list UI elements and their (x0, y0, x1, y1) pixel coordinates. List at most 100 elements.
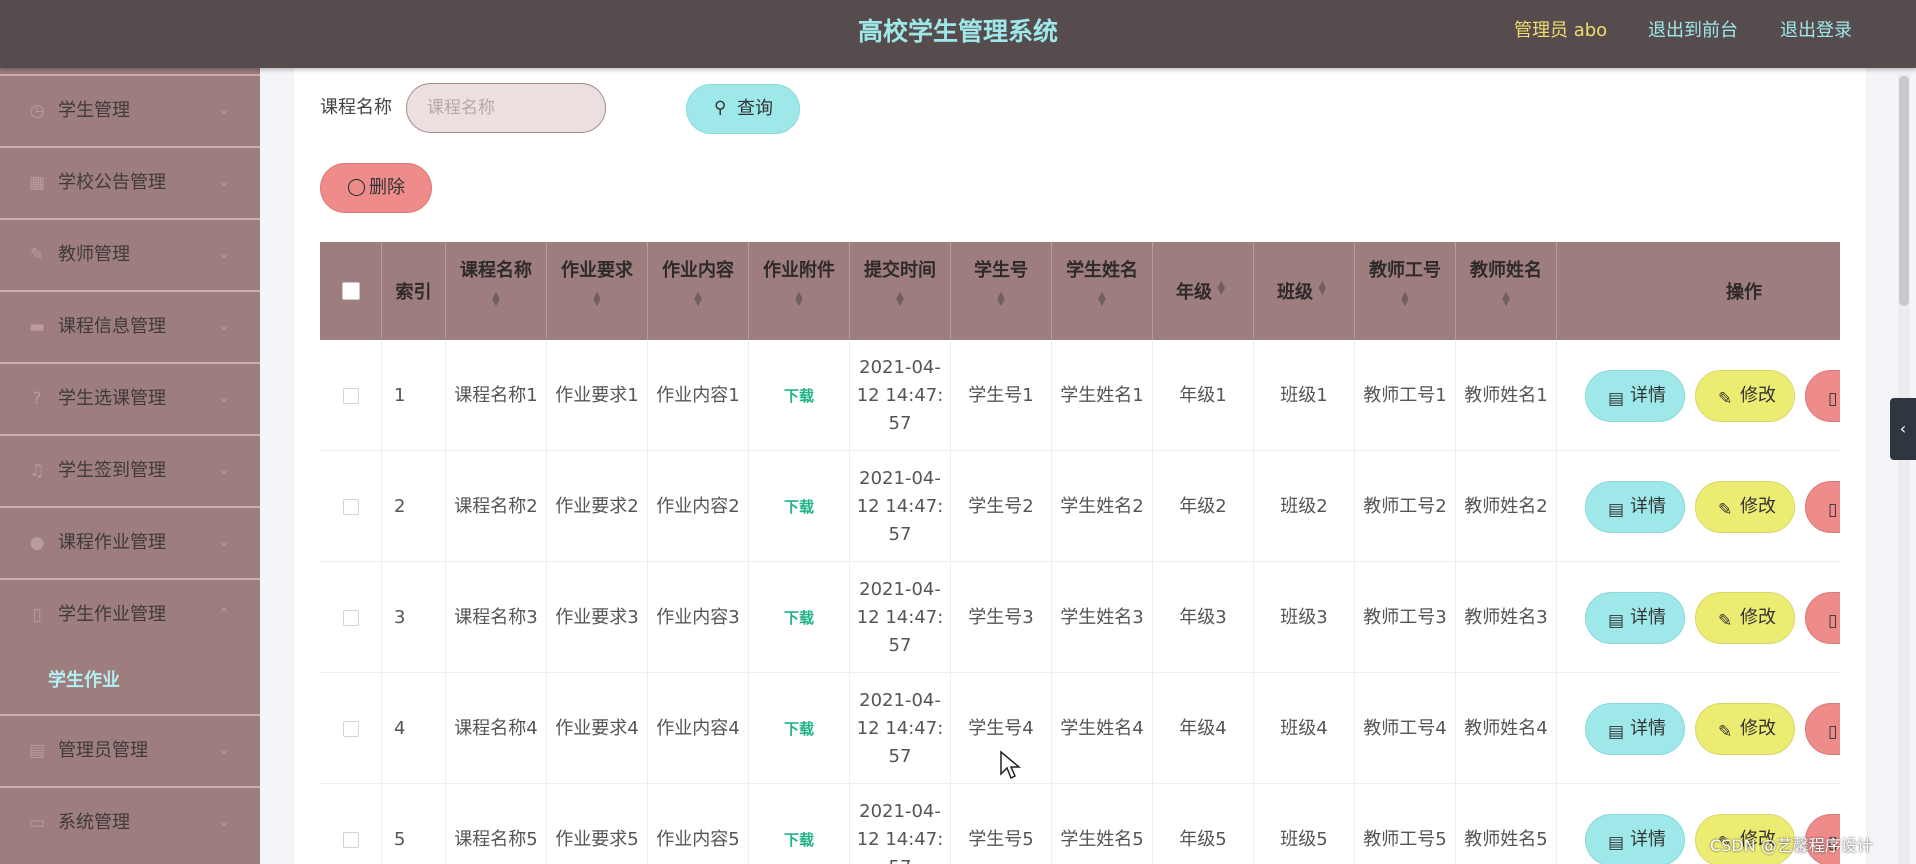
sort-caret-icon[interactable]: ▲ ▼ (547, 291, 647, 308)
search-button[interactable]: ⚲ 查询 (686, 84, 800, 134)
cell-value: 学生号4 (968, 717, 1034, 739)
cell-value: 4 (394, 717, 406, 739)
cell-value: 教师姓名1 (1464, 384, 1548, 406)
detail-button[interactable]: ▤ 详情 (1585, 703, 1685, 755)
delete-row-button[interactable]: ▯ (1805, 370, 1840, 422)
cell-student-no: 学生号2 (951, 451, 1052, 562)
column-header-teacher-name[interactable]: 教师姓名 ▲ ▼ (1456, 242, 1557, 340)
cell-value: 教师工号4 (1363, 717, 1447, 739)
logout-link[interactable]: 退出登录 (1780, 0, 1852, 62)
row-checkbox[interactable] (342, 609, 359, 626)
sidebar-item-system-management[interactable]: ▭ 系统管理 ⌄ (0, 786, 260, 858)
cell-value: 2021-04-12 14:47:57 (856, 578, 944, 656)
edit-button[interactable]: ✎ 修改 (1695, 592, 1795, 644)
action-label: 详情 (1630, 496, 1666, 517)
column-header-grade[interactable]: 年级 ▲ ▼ (1153, 242, 1254, 340)
bell-icon: ♫ (29, 461, 45, 481)
edit-button[interactable]: ✎ 修改 (1695, 481, 1795, 533)
sort-caret-icon[interactable]: ▲ ▼ (1355, 291, 1455, 308)
sort-caret-icon[interactable]: ▲ ▼ (1052, 291, 1152, 308)
cell-teacher-name: 教师姓名5 (1456, 784, 1557, 864)
cell-value: 班级2 (1280, 495, 1328, 517)
sort-caret-icon[interactable]: ▲ ▼ (749, 291, 849, 308)
sort-caret-icon[interactable]: ▲ ▼ (446, 291, 546, 308)
sidebar-item-school-notice[interactable]: ▦ 学校公告管理 ⌄ (0, 146, 260, 218)
sort-caret-icon[interactable]: ▲ ▼ (1319, 280, 1327, 297)
cell-course-name: 课程名称5 (446, 784, 547, 864)
cell-value: 年级5 (1179, 828, 1227, 850)
detail-button[interactable]: ▤ 详情 (1585, 481, 1685, 533)
column-header-submit-time[interactable]: 提交时间 ▲ ▼ (850, 242, 951, 340)
download-link[interactable]: 下载 (784, 604, 814, 632)
download-link[interactable]: 下载 (784, 493, 814, 521)
column-header-attachment[interactable]: 作业附件 ▲ ▼ (749, 242, 850, 340)
sort-caret-icon[interactable]: ▲ ▼ (951, 291, 1051, 308)
batch-delete-button[interactable]: ◯ 删除 (320, 163, 432, 213)
column-header-content[interactable]: 作业内容 ▲ ▼ (648, 242, 749, 340)
sidebar-item-student-management[interactable]: ◷ 学生管理 ⌄ (0, 74, 260, 146)
download-link[interactable]: 下载 (784, 715, 814, 743)
column-header-teacher-no[interactable]: 教师工号 ▲ ▼ (1355, 242, 1456, 340)
cell-value: 年级3 (1179, 606, 1227, 628)
column-header-course-name[interactable]: 课程名称 ▲ ▼ (446, 242, 547, 340)
download-link[interactable]: 下载 (784, 826, 814, 854)
delete-row-button[interactable]: ▯ (1805, 481, 1840, 533)
row-checkbox[interactable] (342, 387, 359, 404)
cell-attachment: 下载 (749, 340, 850, 451)
sidebar-item-student-homework[interactable]: ▯ 学生作业管理 ⌃ (0, 578, 260, 650)
cell-class: 班级2 (1254, 451, 1355, 562)
sidebar-item-attendance[interactable]: ♫ 学生签到管理 ⌄ (0, 434, 260, 506)
select-all-checkbox[interactable] (342, 282, 360, 300)
user-icon: ● (29, 533, 45, 553)
edit-button[interactable]: ✎ 修改 (1695, 370, 1795, 422)
cell-content: 作业内容2 (648, 451, 749, 562)
column-header-student-name[interactable]: 学生姓名 ▲ ▼ (1052, 242, 1153, 340)
cell-teacher-no: 教师工号3 (1355, 562, 1456, 673)
sidebar-item-course-info[interactable]: ▬ 课程信息管理 ⌄ (0, 290, 260, 362)
row-select-cell (320, 562, 382, 673)
column-header-student-no[interactable]: 学生号 ▲ ▼ (951, 242, 1052, 340)
cell-course-name: 课程名称4 (446, 673, 547, 784)
cell-grade: 年级3 (1153, 562, 1254, 673)
cell-value: 2021-04-12 14:47:57 (856, 356, 944, 434)
column-header-label: 操作 (1726, 282, 1762, 303)
row-checkbox[interactable] (342, 720, 359, 737)
cell-index: 4 (382, 673, 446, 784)
sidebar-subitem-student-homework[interactable]: 学生作业 (0, 650, 260, 712)
cell-requirement: 作业要求2 (547, 451, 648, 562)
sidebar-item-admin-management[interactable]: ▤ 管理员管理 ⌄ (0, 714, 260, 786)
cell-value: 学生姓名5 (1060, 828, 1144, 850)
cell-index: 3 (382, 562, 446, 673)
detail-button[interactable]: ▤ 详情 (1585, 814, 1685, 864)
edit-icon: ✎ (1718, 500, 1733, 520)
detail-button[interactable]: ▤ 详情 (1585, 592, 1685, 644)
delete-row-button[interactable]: ▯ (1805, 592, 1840, 644)
sidebar-item-course-selection[interactable]: ? 学生选课管理 ⌄ (0, 362, 260, 434)
download-link[interactable]: 下载 (784, 382, 814, 410)
row-checkbox[interactable] (342, 831, 359, 848)
sort-caret-icon[interactable]: ▲ ▼ (1456, 291, 1556, 308)
page-scrollbar[interactable] (1898, 74, 1910, 864)
collapse-panel-tab[interactable]: ‹ (1890, 398, 1916, 460)
cell-value: 教师工号1 (1363, 384, 1447, 406)
exit-to-front-link[interactable]: 退出到前台 (1648, 0, 1738, 62)
course-name-search-input[interactable] (406, 83, 606, 133)
sort-caret-icon[interactable]: ▲ ▼ (850, 291, 950, 308)
chevron-up-icon: ⌃ (218, 606, 230, 622)
sort-caret-icon[interactable]: ▲ ▼ (648, 291, 748, 308)
sort-caret-icon[interactable]: ▲ ▼ (1218, 280, 1226, 297)
delete-row-button[interactable]: ▯ (1805, 703, 1840, 755)
scrollbar-thumb[interactable] (1899, 76, 1909, 306)
column-header-class[interactable]: 班级 ▲ ▼ (1254, 242, 1355, 340)
sidebar-item-teacher-management[interactable]: ✎ 教师管理 ⌄ (0, 218, 260, 290)
column-header-requirement[interactable]: 作业要求 ▲ ▼ (547, 242, 648, 340)
detail-button[interactable]: ▤ 详情 (1585, 370, 1685, 422)
cell-value: 教师工号5 (1363, 828, 1447, 850)
homework-table: 索引 课程名称 ▲ ▼ 作业要求 ▲ ▼ 作业内容 ▲ ▼ 作业附件 ▲ ▼ 提交时间 ▲ ▼ 学生号 ▲ ▼ 学生姓… (320, 242, 1840, 864)
sidebar-item-course-homework[interactable]: ● 课程作业管理 ⌄ (0, 506, 260, 578)
edit-button[interactable]: ✎ 修改 (1695, 703, 1795, 755)
cell-value: 课程名称2 (454, 495, 538, 517)
cell-value: 学生号2 (968, 495, 1034, 517)
action-label: 修改 (1740, 385, 1776, 406)
row-checkbox[interactable] (342, 498, 359, 515)
